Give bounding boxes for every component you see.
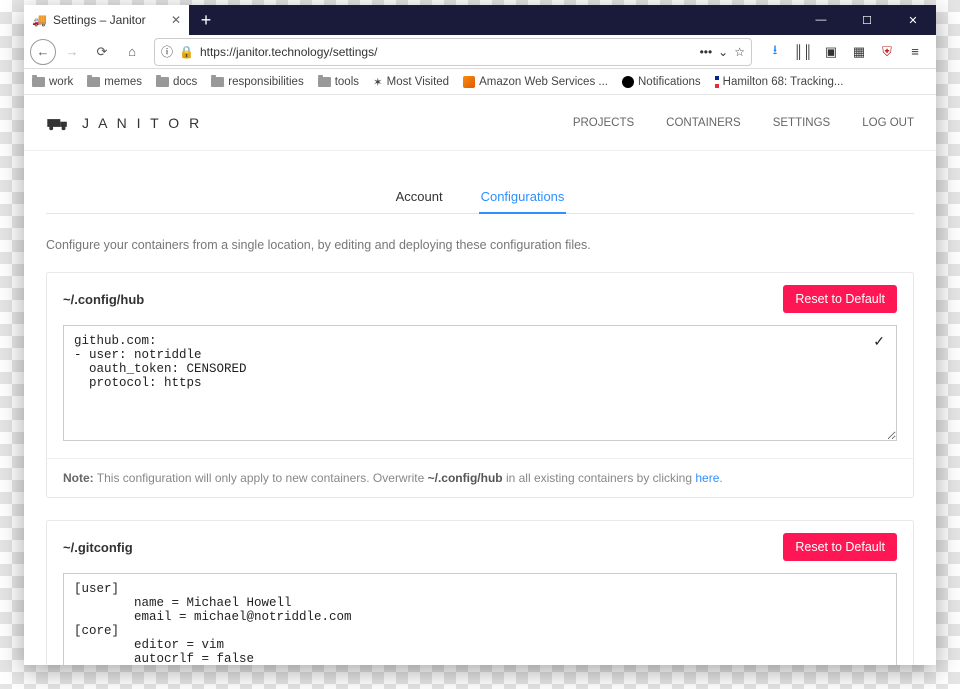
flag-icon: [715, 76, 719, 88]
bookmark-work[interactable]: work: [32, 76, 73, 88]
brand-text: J A N I T O R: [82, 115, 202, 131]
bookmark-tools[interactable]: tools: [318, 76, 359, 88]
nav-logout[interactable]: LOG OUT: [862, 117, 914, 129]
folder-icon: [318, 77, 331, 87]
nav-projects[interactable]: PROJECTS: [573, 117, 634, 129]
config-note: Note: This configuration will only apply…: [47, 458, 913, 497]
nav-settings[interactable]: SETTINGS: [773, 117, 831, 129]
bookmark-aws[interactable]: Amazon Web Services ...: [463, 76, 608, 88]
saved-check-icon: ✓: [873, 333, 885, 350]
nav-containers[interactable]: CONTAINERS: [666, 117, 741, 129]
bookmark-responsibilities[interactable]: responsibilities: [211, 76, 303, 88]
info-icon[interactable]: ⓘ: [161, 43, 173, 60]
reset-button[interactable]: Reset to Default: [783, 533, 897, 561]
lock-icon: 🔒: [179, 45, 194, 59]
bookmark-notifications[interactable]: Notifications: [622, 76, 701, 88]
config-description: Configure your containers from a single …: [46, 238, 914, 252]
bookmark-docs[interactable]: docs: [156, 76, 197, 88]
nav-toolbar: ← → ⟳ ⌂ ⓘ 🔒 https://janitor.technology/s…: [24, 35, 936, 69]
sidebar-icon[interactable]: ▣: [822, 43, 840, 61]
config-path: ~/.gitconfig: [63, 540, 133, 555]
minimize-button[interactable]: —: [798, 5, 844, 35]
download-icon[interactable]: ⭳: [766, 43, 784, 61]
gear-icon: ✶: [373, 75, 383, 89]
folder-icon: [211, 77, 224, 87]
github-icon: [622, 76, 634, 88]
maximize-button[interactable]: ☐: [844, 5, 890, 35]
config-textarea[interactable]: [63, 325, 897, 441]
tab-favicon: 🚚: [32, 13, 47, 27]
back-button[interactable]: ←: [30, 39, 56, 65]
page-actions-icon[interactable]: •••: [700, 45, 713, 59]
overwrite-link[interactable]: here: [695, 471, 719, 485]
bookmarks-bar: work memes docs responsibilities tools ✶…: [24, 69, 936, 95]
config-card: ~/.config/hub Reset to Default ✓ Note: This…: [46, 272, 914, 498]
logo[interactable]: J A N I T O R: [46, 115, 202, 131]
library-icon[interactable]: ║║: [794, 43, 812, 61]
browser-tab[interactable]: 🚚 Settings – Janitor ✕: [24, 5, 189, 35]
bookmark-most-visited[interactable]: ✶Most Visited: [373, 75, 449, 89]
url-text: https://janitor.technology/settings/: [200, 45, 694, 59]
site-header: J A N I T O R PROJECTS CONTAINERS SETTIN…: [24, 95, 936, 151]
folder-icon: [87, 77, 100, 87]
bookmark-star-icon[interactable]: ☆: [734, 45, 745, 59]
home-button[interactable]: ⌂: [118, 38, 146, 66]
reset-button[interactable]: Reset to Default: [783, 285, 897, 313]
menu-icon[interactable]: ≡: [906, 43, 924, 61]
aws-icon: [463, 76, 475, 88]
bookmark-memes[interactable]: memes: [87, 76, 142, 88]
close-tab-icon[interactable]: ✕: [171, 13, 181, 27]
address-bar[interactable]: ⓘ 🔒 https://janitor.technology/settings/…: [154, 38, 752, 66]
forward-button: →: [58, 38, 86, 66]
reload-button[interactable]: ⟳: [88, 38, 116, 66]
close-window-button[interactable]: ✕: [890, 5, 936, 35]
folder-icon: [32, 77, 45, 87]
config-path: ~/.config/hub: [63, 292, 144, 307]
config-textarea[interactable]: [63, 573, 897, 665]
titlebar: 🚚 Settings – Janitor ✕ + — ☐ ✕: [24, 5, 936, 35]
tab-account[interactable]: Account: [394, 181, 445, 213]
truck-icon: [46, 115, 72, 131]
bookmark-hamilton68[interactable]: Hamilton 68: Tracking...: [715, 76, 844, 88]
browser-window: 🚚 Settings – Janitor ✕ + — ☐ ✕ ← → ⟳ ⌂ ⓘ…: [24, 5, 936, 665]
config-card: ~/.gitconfigReset to DefaultNote: This c…: [46, 520, 914, 665]
new-tab-button[interactable]: +: [189, 5, 223, 35]
settings-tabs: Account Configurations: [46, 181, 914, 214]
folder-icon: [156, 77, 169, 87]
page-content: J A N I T O R PROJECTS CONTAINERS SETTIN…: [24, 95, 936, 665]
tab-title: Settings – Janitor: [53, 13, 146, 27]
containers-icon[interactable]: ▦: [850, 43, 868, 61]
tab-configurations[interactable]: Configurations: [479, 181, 567, 214]
pocket-icon[interactable]: ⌄: [718, 45, 728, 59]
ublock-icon[interactable]: ⛨: [878, 43, 896, 61]
site-nav: PROJECTS CONTAINERS SETTINGS LOG OUT: [573, 117, 914, 129]
